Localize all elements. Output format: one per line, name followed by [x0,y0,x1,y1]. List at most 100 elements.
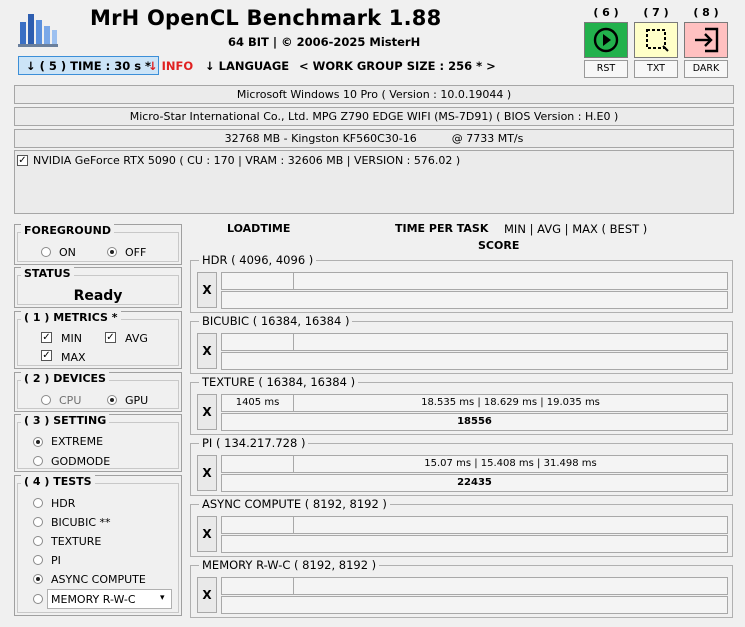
times-cell [294,517,727,533]
app-subtitle: 64 BIT | © 2006-2025 MisterH [228,35,421,49]
os-info: Microsoft Windows 10 Pro ( Version : 10.… [14,85,734,104]
gpu-checkbox[interactable]: ✓ [17,155,28,166]
memory-rwc-label: MEMORY R-W-C [51,593,136,606]
app-title: MrH OpenCL Benchmark 1.88 [90,6,442,30]
metric-min-checkbox[interactable]: ✓ [41,332,52,343]
test-bicubic-radio[interactable] [33,517,43,527]
dark-button-label[interactable]: DARK [684,60,728,78]
work-group-size-selector[interactable]: < WORK GROUP SIZE : 256 * > [299,58,496,74]
result-async-compute: ASYNC COMPUTE ( 8192, 8192 ) X [190,497,733,557]
sign-in-icon [695,27,719,53]
play-icon [593,27,619,53]
result-title: HDR ( 4096, 4096 ) [199,253,317,267]
test-async-compute-label: ASYNC COMPUTE [51,573,146,586]
reset-result-button[interactable]: X [197,577,217,613]
time-menu[interactable]: ↓ ( 5 ) TIME : 30 s * [18,56,160,75]
devices-group: ( 2 ) DEVICES CPU GPU [14,372,182,412]
app-logo [18,8,58,48]
time-per-task-header: TIME PER TASK [395,222,489,235]
score-cell [221,352,728,370]
setting-extreme-label: EXTREME [51,435,104,448]
run-button[interactable] [584,22,628,58]
result-texture: TEXTURE ( 16384, 16384 ) X 1405 ms 18.53… [190,375,733,435]
gpu-list: ✓ NVIDIA GeForce RTX 5090 ( CU : 170 | V… [14,150,734,214]
test-async-compute-radio[interactable] [33,574,43,584]
result-pi: PI ( 134.217.728 ) X 15.07 ms | 15.408 m… [190,436,733,496]
devices-title: ( 2 ) DEVICES [21,372,109,385]
motherboard-info: Micro-Star International Co., Ltd. MPG Z… [14,107,734,126]
score-cell: 22435 [221,474,728,492]
rst-button[interactable]: RST [584,60,628,78]
language-menu[interactable]: ↓ LANGUAGE [205,58,289,74]
result-title: ASYNC COMPUTE ( 8192, 8192 ) [199,497,390,511]
memory-rwc-dropdown[interactable]: MEMORY R-W-C ▾ [47,589,172,609]
dropdown-arrow-icon: ▾ [160,593,165,603]
txt-export-button[interactable] [634,22,678,58]
foreground-title: FOREGROUND [21,224,114,237]
memory-info: 32768 MB - Kingston KF560C30-16 @ 7733 M… [14,129,734,148]
result-times-row [221,333,728,351]
status-title: STATUS [21,267,74,280]
test-bicubic-label: BICUBIC ** [51,516,111,529]
result-bicubic: BICUBIC ( 16384, 16384 ) X [190,314,733,374]
txt-number: ( 7 ) [643,6,669,19]
metric-min-label: MIN [61,332,82,345]
result-times-row [221,516,728,534]
loadtime-cell [222,334,294,350]
device-cpu-radio[interactable] [41,395,51,405]
info-menu[interactable]: ↓ INFO [148,58,193,74]
foreground-off-label: OFF [125,246,147,259]
loadtime-cell [222,456,294,472]
loadtime-header: LOADTIME [227,222,291,235]
txt-button-label[interactable]: TXT [634,60,678,78]
dark-mode-button[interactable] [684,22,728,58]
loadtime-cell: 1405 ms [222,395,294,411]
run-number: ( 6 ) [593,6,619,19]
foreground-off-radio[interactable] [107,247,117,257]
result-memory-rwc: MEMORY R-W-C ( 8192, 8192 ) X [190,558,733,618]
test-texture-label: TEXTURE [51,535,102,548]
result-times-row: 15.07 ms | 15.408 ms | 31.498 ms [221,455,728,473]
score-cell [221,291,728,309]
reset-result-button[interactable]: X [197,516,217,552]
reset-result-button[interactable]: X [197,333,217,369]
setting-extreme-radio[interactable] [33,437,43,447]
test-memory-rwc-radio[interactable] [33,594,43,604]
result-title: TEXTURE ( 16384, 16384 ) [199,375,359,389]
device-gpu-label: GPU [125,394,149,407]
metric-max-checkbox[interactable]: ✓ [41,350,52,361]
metrics-title: ( 1 ) METRICS * [21,311,121,324]
metric-max-label: MAX [61,351,86,364]
foreground-group: FOREGROUND ON OFF [14,224,182,265]
device-cpu-label: CPU [59,394,82,407]
test-hdr-radio[interactable] [33,498,43,508]
test-pi-radio[interactable] [33,555,43,565]
gpu-label: NVIDIA GeForce RTX 5090 ( CU : 170 | VRA… [33,154,461,167]
setting-group: ( 3 ) SETTING EXTREME GODMODE [14,414,182,472]
foreground-on-label: ON [59,246,76,259]
loadtime-cell [222,517,294,533]
setting-godmode-radio[interactable] [33,456,43,466]
test-pi-label: PI [51,554,61,567]
dark-number: ( 8 ) [693,6,719,19]
score-cell [221,596,728,614]
min-avg-max-header: MIN | AVG | MAX ( BEST ) [504,222,648,236]
test-hdr-label: HDR [51,497,76,510]
status-value: Ready [73,288,123,304]
foreground-on-radio[interactable] [41,247,51,257]
reset-result-button[interactable]: X [197,394,217,430]
score-header: SCORE [478,239,520,252]
metric-avg-checkbox[interactable]: ✓ [105,332,116,343]
status-group: STATUS Ready [14,267,182,308]
result-title: BICUBIC ( 16384, 16384 ) [199,314,353,328]
result-hdr: HDR ( 4096, 4096 ) X [190,253,733,313]
metrics-group: ( 1 ) METRICS * ✓ MIN ✓ AVG ✓ MAX [14,311,182,369]
score-cell: 18556 [221,413,728,431]
reset-result-button[interactable]: X [197,455,217,491]
test-texture-radio[interactable] [33,536,43,546]
result-title: PI ( 134.217.728 ) [199,436,309,450]
loadtime-cell [222,578,294,594]
device-gpu-radio[interactable] [107,395,117,405]
reset-result-button[interactable]: X [197,272,217,308]
setting-godmode-label: GODMODE [51,455,111,468]
